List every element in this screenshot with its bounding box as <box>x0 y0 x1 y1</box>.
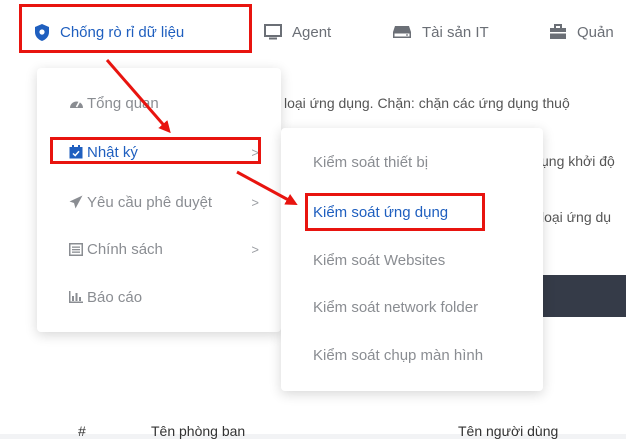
submenu-item-label: Kiểm soát ứng dụng <box>313 203 449 221</box>
menu-item-approval-requests[interactable]: Yêu cầu phê duyệt > <box>37 184 281 220</box>
column-header: Tên người dùng <box>458 423 559 439</box>
submenu-item-label: Kiểm soát Websites <box>313 251 446 269</box>
send-icon <box>69 195 83 209</box>
nav-item-label: Quản <box>577 23 614 41</box>
menu-item-overview[interactable]: Tổng quan <box>37 85 281 121</box>
dropdown-menu: Tổng quan Nhật ký > Yêu cầu phê duyệt > … <box>37 68 281 332</box>
menu-item-label: Chính sách <box>87 240 163 258</box>
menu-item-label: Báo cáo <box>87 288 143 306</box>
monitor-icon <box>264 24 282 40</box>
chevron-right-icon: > <box>251 194 259 210</box>
table-header: # Tên phòng ban Tên người dùng <box>0 405 626 439</box>
nav-item-label: Chống rò rỉ dữ liệu <box>60 23 185 41</box>
nav-item-label: Agent <box>292 23 332 41</box>
hard-drive-icon <box>392 25 412 39</box>
submenu-item-application-control[interactable]: Kiểm soát ứng dụng <box>281 195 543 229</box>
submenu-item-label: Kiểm soát thiết bị <box>313 153 429 171</box>
menu-item-label: Nhật ký <box>87 143 138 161</box>
list-icon <box>69 242 83 256</box>
submenu-item-website-control[interactable]: Kiểm soát Websites <box>281 243 543 277</box>
nav-item-data-loss-prevention[interactable]: Chống rò rỉ dữ liệu <box>34 0 184 64</box>
menu-item-label: Tổng quan <box>87 94 159 112</box>
nav-item-management[interactable]: Quản <box>549 0 614 64</box>
nav-item-label: Tài sản IT <box>422 23 489 41</box>
column-header: # <box>78 423 86 439</box>
submenu: Kiểm soát thiết bị Kiểm soát ứng dụng Ki… <box>281 128 543 391</box>
description-text: loại ứng dụng. Chặn: chặn các ứng dụng t… <box>284 95 570 111</box>
menu-item-label: Yêu cầu phê duyệt <box>87 193 213 211</box>
description-text: loại ứng dụ <box>541 209 612 225</box>
briefcase-icon <box>549 24 567 40</box>
submenu-item-label: Kiểm soát network folder <box>313 298 479 316</box>
bar-chart-icon <box>69 291 83 303</box>
menu-item-policies[interactable]: Chính sách > <box>37 231 281 267</box>
dashboard-icon <box>69 97 84 109</box>
submenu-item-screenshot-control[interactable]: Kiểm soát chụp màn hình <box>281 338 543 372</box>
submenu-item-network-folder-control[interactable]: Kiểm soát network folder <box>281 290 543 324</box>
chevron-right-icon: > <box>251 241 259 257</box>
chevron-right-icon: > <box>251 144 259 160</box>
submenu-item-label: Kiểm soát chụp màn hình <box>313 346 484 364</box>
nav-item-agent[interactable]: Agent <box>264 0 331 64</box>
top-navigation: Chống rò rỉ dữ liệu Agent Tài sản IT Quả… <box>0 0 626 64</box>
column-header: Tên phòng ban <box>151 423 246 439</box>
calendar-icon <box>69 145 83 159</box>
shield-icon <box>34 23 50 41</box>
submenu-item-device-control[interactable]: Kiểm soát thiết bị <box>281 145 543 179</box>
menu-item-reports[interactable]: Báo cáo <box>37 279 281 315</box>
description-text: ụng khởi độ <box>541 153 615 169</box>
menu-item-log[interactable]: Nhật ký > <box>37 134 281 170</box>
nav-item-it-assets[interactable]: Tài sản IT <box>392 0 489 64</box>
